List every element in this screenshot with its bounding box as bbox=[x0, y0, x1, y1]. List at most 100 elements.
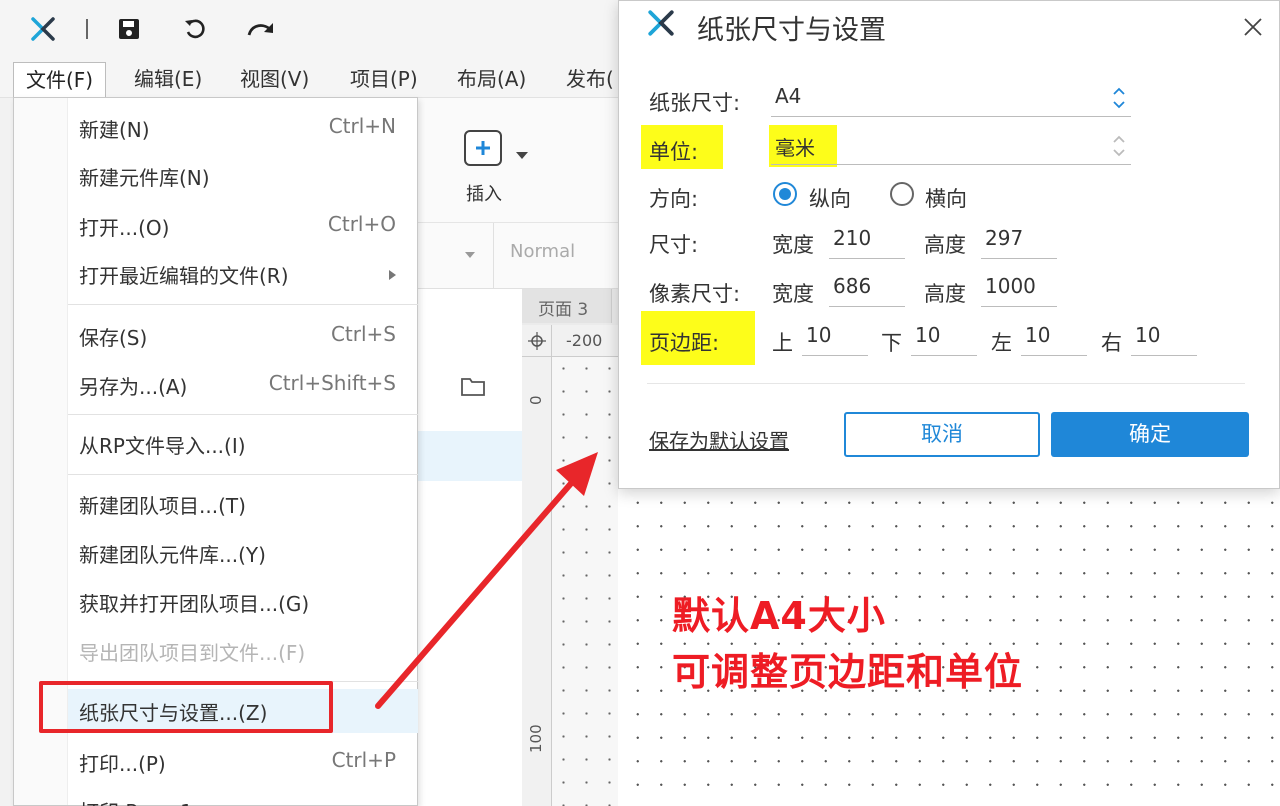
menu-view[interactable]: 视图(V) bbox=[228, 62, 321, 98]
insert-label: 插入 bbox=[466, 184, 502, 205]
undo-icon[interactable] bbox=[180, 12, 210, 46]
menu-publish[interactable]: 发布( bbox=[554, 62, 618, 98]
paper-size-label: 纸张尺寸: bbox=[649, 91, 741, 115]
menu-item-label: 打印 Page 1 bbox=[79, 796, 193, 806]
vertical-ruler: 0 100 bbox=[522, 357, 552, 806]
menu-item-label: 保存(S) bbox=[79, 326, 148, 350]
menu-item-open-recent[interactable]: 打开最近编辑的文件(R) bbox=[68, 252, 418, 296]
menu-item-new-team-project[interactable]: 新建团队项目...(T) bbox=[68, 482, 418, 526]
dialog-title-bar: 纸张尺寸与设置 bbox=[619, 1, 1279, 51]
crosshair-icon bbox=[522, 325, 552, 357]
axure-logo-icon bbox=[28, 12, 58, 46]
spinner-icon[interactable] bbox=[1111, 132, 1127, 160]
landscape-radio[interactable] bbox=[890, 182, 914, 206]
annotation-text: 默认A4大小 可调整页边距和单位 bbox=[672, 588, 1023, 700]
menu-edit[interactable]: 编辑(E) bbox=[122, 62, 214, 98]
portrait-radio[interactable] bbox=[773, 182, 797, 206]
menu-item-save[interactable]: 保存(S) Ctrl+S bbox=[68, 314, 418, 358]
menu-separator bbox=[68, 414, 418, 415]
pixel-height-label: 高度 bbox=[924, 282, 966, 306]
menu-item-new[interactable]: 新建(N) Ctrl+N bbox=[68, 106, 418, 150]
pixel-width-label: 宽度 bbox=[772, 282, 814, 306]
menu-item-label: 新建元件库(N) bbox=[79, 166, 210, 190]
menu-item-label: 打开...(O) bbox=[79, 216, 170, 240]
menu-bar: 文件(F) 编辑(E) 视图(V) 项目(P) 布局(A) 发布( bbox=[0, 58, 618, 98]
right-margin-value: 10 bbox=[1135, 323, 1161, 347]
width-field[interactable]: 210 bbox=[829, 223, 905, 259]
menu-item-paper-size[interactable]: 纸张尺寸与设置...(Z) bbox=[68, 689, 418, 733]
landscape-label: 横向 bbox=[925, 187, 967, 211]
left-margin-field[interactable]: 10 bbox=[1021, 320, 1087, 356]
file-menu: 新建(N) Ctrl+N 新建元件库(N) 打开...(O) Ctrl+O 打开… bbox=[13, 97, 418, 806]
canvas-grid[interactable] bbox=[552, 357, 618, 806]
menu-item-label: 新建(N) bbox=[79, 118, 150, 142]
chevron-right-icon bbox=[389, 270, 396, 280]
annotation-line: 默认A4大小 bbox=[672, 594, 886, 638]
menu-file[interactable]: 文件(F) bbox=[13, 62, 107, 98]
unit-select[interactable]: 毫米 bbox=[771, 129, 1131, 165]
close-icon[interactable] bbox=[1237, 11, 1269, 43]
right-margin-field[interactable]: 10 bbox=[1131, 320, 1197, 356]
axure-logo-icon bbox=[648, 10, 674, 36]
menu-item-label: 从RP文件导入...(I) bbox=[79, 434, 246, 458]
paper-size-select[interactable]: A4 bbox=[771, 81, 1131, 117]
save-icon[interactable] bbox=[114, 12, 144, 46]
right-margin-label: 右 bbox=[1101, 331, 1122, 355]
shortcut: Ctrl+Shift+S bbox=[268, 371, 396, 395]
chevron-down-icon[interactable] bbox=[516, 152, 528, 159]
menu-item-import-rp[interactable]: 从RP文件导入...(I) bbox=[68, 422, 418, 466]
ruler-label: 0 bbox=[527, 395, 545, 405]
insert-button[interactable] bbox=[464, 130, 502, 166]
main-toolbar: 插入 bbox=[418, 98, 618, 223]
menu-item-label: 新建团队项目...(T) bbox=[79, 494, 246, 518]
menu-item-label: 纸张尺寸与设置...(Z) bbox=[79, 701, 268, 725]
top-margin-field[interactable]: 10 bbox=[802, 320, 868, 356]
horizontal-ruler: -200 bbox=[552, 325, 618, 357]
unit-label: 单位: bbox=[649, 140, 699, 164]
ok-button[interactable]: 确定 bbox=[1051, 412, 1249, 457]
panel-toolbar bbox=[418, 359, 522, 417]
divider bbox=[493, 223, 494, 289]
height-label: 高度 bbox=[924, 233, 966, 257]
unit-value: 毫米 bbox=[775, 136, 815, 160]
chevron-down-icon[interactable] bbox=[465, 252, 475, 258]
save-default-link[interactable]: 保存为默认设置 bbox=[649, 425, 789, 454]
pixel-width-value: 686 bbox=[833, 274, 872, 298]
bottom-margin-label: 下 bbox=[881, 331, 902, 355]
pixel-width-field[interactable]: 686 bbox=[829, 271, 905, 307]
menu-gutter bbox=[14, 98, 68, 805]
pixel-height-field[interactable]: 1000 bbox=[981, 271, 1057, 307]
title-bar bbox=[0, 0, 618, 58]
size-label: 尺寸: bbox=[649, 233, 699, 257]
menu-item-print-page[interactable]: 打印 Page 1 bbox=[68, 788, 418, 806]
spinner-icon[interactable] bbox=[1111, 84, 1127, 112]
left-margin-value: 10 bbox=[1025, 323, 1051, 347]
menu-separator bbox=[68, 474, 418, 475]
page-tab[interactable]: 页面 3 bbox=[522, 289, 612, 323]
menu-item-get-team-project[interactable]: 获取并打开团队项目...(G) bbox=[68, 580, 418, 624]
menu-separator bbox=[68, 681, 418, 682]
redo-icon[interactable] bbox=[244, 12, 278, 46]
divider bbox=[647, 383, 1245, 384]
folder-icon[interactable] bbox=[460, 375, 486, 397]
paper-size-value: A4 bbox=[775, 84, 802, 108]
selected-page-row[interactable] bbox=[418, 431, 522, 481]
pixel-height-value: 1000 bbox=[985, 274, 1036, 298]
style-select[interactable]: Normal bbox=[510, 241, 575, 262]
margin-label: 页边距: bbox=[649, 331, 720, 355]
menu-item-open[interactable]: 打开...(O) Ctrl+O bbox=[68, 204, 418, 248]
menu-project[interactable]: 项目(P) bbox=[338, 62, 430, 98]
menu-item-print[interactable]: 打印...(P) Ctrl+P bbox=[68, 740, 418, 784]
menu-item-new-library[interactable]: 新建元件库(N) bbox=[68, 154, 418, 198]
menu-item-label: 新建团队元件库...(Y) bbox=[79, 543, 266, 567]
bottom-margin-field[interactable]: 10 bbox=[911, 320, 977, 356]
menu-layout[interactable]: 布局(A) bbox=[445, 62, 538, 98]
menu-item-new-team-library[interactable]: 新建团队元件库...(Y) bbox=[68, 531, 418, 575]
height-field[interactable]: 297 bbox=[981, 223, 1057, 259]
annotation-line: 可调整页边距和单位 bbox=[672, 650, 1024, 694]
menu-item-save-as[interactable]: 另存为...(A) Ctrl+Shift+S bbox=[68, 363, 418, 407]
height-value: 297 bbox=[985, 226, 1024, 250]
width-value: 210 bbox=[833, 226, 872, 250]
cancel-button[interactable]: 取消 bbox=[844, 412, 1040, 457]
menu-item-export-team-project: 导出团队项目到文件...(F) bbox=[68, 629, 418, 673]
